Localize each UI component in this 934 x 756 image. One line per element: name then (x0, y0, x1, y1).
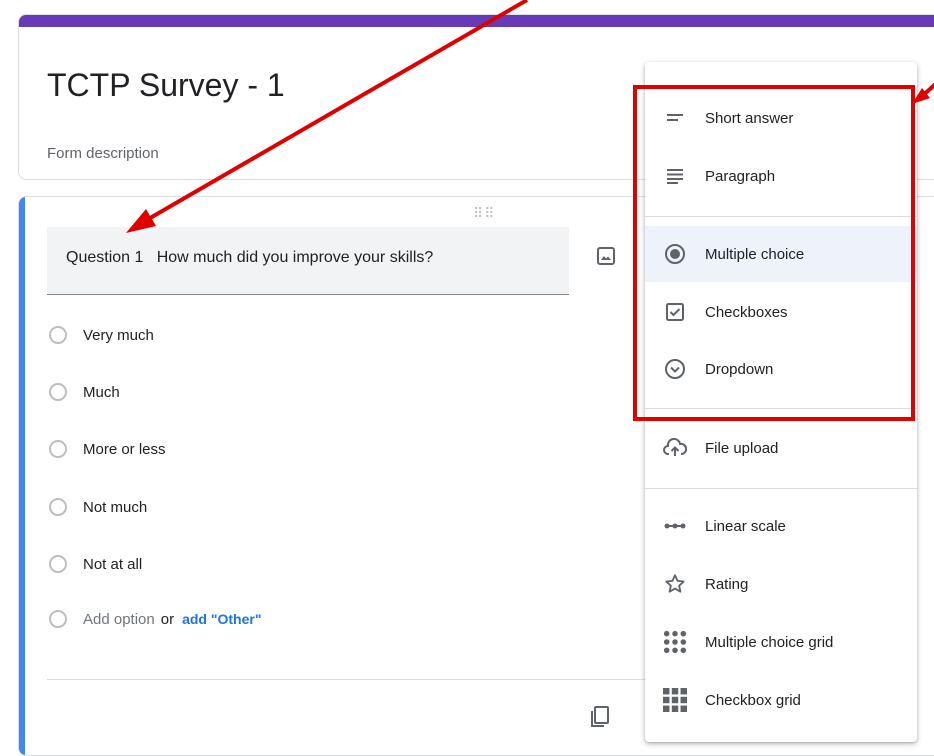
paragraph-icon (663, 164, 687, 188)
option-label[interactable]: Very much (83, 327, 154, 344)
option-label[interactable]: Much (83, 384, 120, 401)
menu-item-label: Checkboxes (705, 303, 788, 321)
menu-item-label: Checkbox grid (705, 691, 801, 709)
dots-grid-icon (663, 630, 687, 654)
menu-item-checkbox-grid[interactable]: Checkbox grid (645, 672, 917, 728)
form-description[interactable]: Form description (47, 145, 159, 162)
menu-separator (645, 488, 917, 489)
form-title[interactable]: TCTP Survey - 1 (47, 67, 285, 104)
option-row[interactable]: Not much (49, 495, 147, 519)
option-label[interactable]: More or less (83, 441, 166, 458)
menu-item-rating[interactable]: Rating (645, 556, 917, 612)
theme-band (19, 15, 934, 27)
option-label[interactable]: Not much (83, 499, 147, 516)
menu-item-label: Rating (705, 575, 749, 593)
menu-item-file-upload[interactable]: File upload (645, 420, 917, 476)
radio-icon[interactable] (49, 383, 67, 401)
add-option-button[interactable]: Add option (83, 611, 155, 628)
drag-handle-icon[interactable]: ⠿⠿ (473, 205, 496, 222)
menu-item-short-answer[interactable]: Short answer (645, 90, 917, 146)
footer-divider (47, 679, 667, 680)
cloud-upload-icon (663, 436, 687, 460)
option-row[interactable]: Not at all (49, 552, 142, 576)
radio-icon (49, 610, 67, 628)
linear-scale-icon (663, 514, 687, 538)
add-other-link[interactable]: add "Other" (182, 611, 261, 627)
squares-grid-icon (663, 688, 687, 712)
question-type-menu: Short answer Paragraph Multiple choice C… (645, 62, 917, 742)
checkbox-icon (663, 300, 687, 324)
menu-item-label: Short answer (705, 109, 794, 127)
radio-icon[interactable] (49, 498, 67, 516)
active-card-accent (19, 197, 25, 755)
add-option-row: Add option or add "Other" (49, 610, 261, 628)
option-row[interactable]: Very much (49, 323, 154, 347)
menu-item-multiple-choice[interactable]: Multiple choice (645, 226, 917, 282)
menu-item-checkboxes[interactable]: Checkboxes (645, 284, 917, 340)
menu-item-label: Paragraph (705, 167, 776, 185)
radio-checked-icon (663, 242, 687, 266)
radio-icon[interactable] (49, 440, 67, 458)
question-title-text: Question 1 How much did you improve your… (66, 249, 434, 266)
option-row[interactable]: Much (49, 380, 120, 404)
or-text: or (160, 610, 175, 628)
option-label[interactable]: Not at all (83, 556, 142, 573)
star-icon (663, 572, 687, 596)
menu-item-label: File upload (705, 439, 779, 457)
menu-separator (645, 408, 917, 409)
menu-item-paragraph[interactable]: Paragraph (645, 148, 917, 204)
question-title-field[interactable]: Question 1 How much did you improve your… (47, 227, 569, 295)
menu-item-label: Linear scale (705, 517, 786, 535)
radio-icon[interactable] (49, 326, 67, 344)
dropdown-circle-icon (663, 357, 687, 381)
menu-item-label: Multiple choice (705, 245, 805, 263)
radio-icon[interactable] (49, 555, 67, 573)
menu-item-multiple-choice-grid[interactable]: Multiple choice grid (645, 614, 917, 670)
short-answer-icon (663, 106, 687, 130)
duplicate-icon[interactable] (589, 705, 611, 734)
add-image-icon[interactable] (595, 245, 617, 267)
menu-separator (645, 216, 917, 217)
menu-item-linear-scale[interactable]: Linear scale (645, 498, 917, 554)
menu-item-label: Dropdown (705, 360, 774, 378)
option-row[interactable]: More or less (49, 437, 166, 461)
menu-item-label: Multiple choice grid (705, 633, 834, 651)
menu-item-dropdown[interactable]: Dropdown (645, 341, 917, 397)
